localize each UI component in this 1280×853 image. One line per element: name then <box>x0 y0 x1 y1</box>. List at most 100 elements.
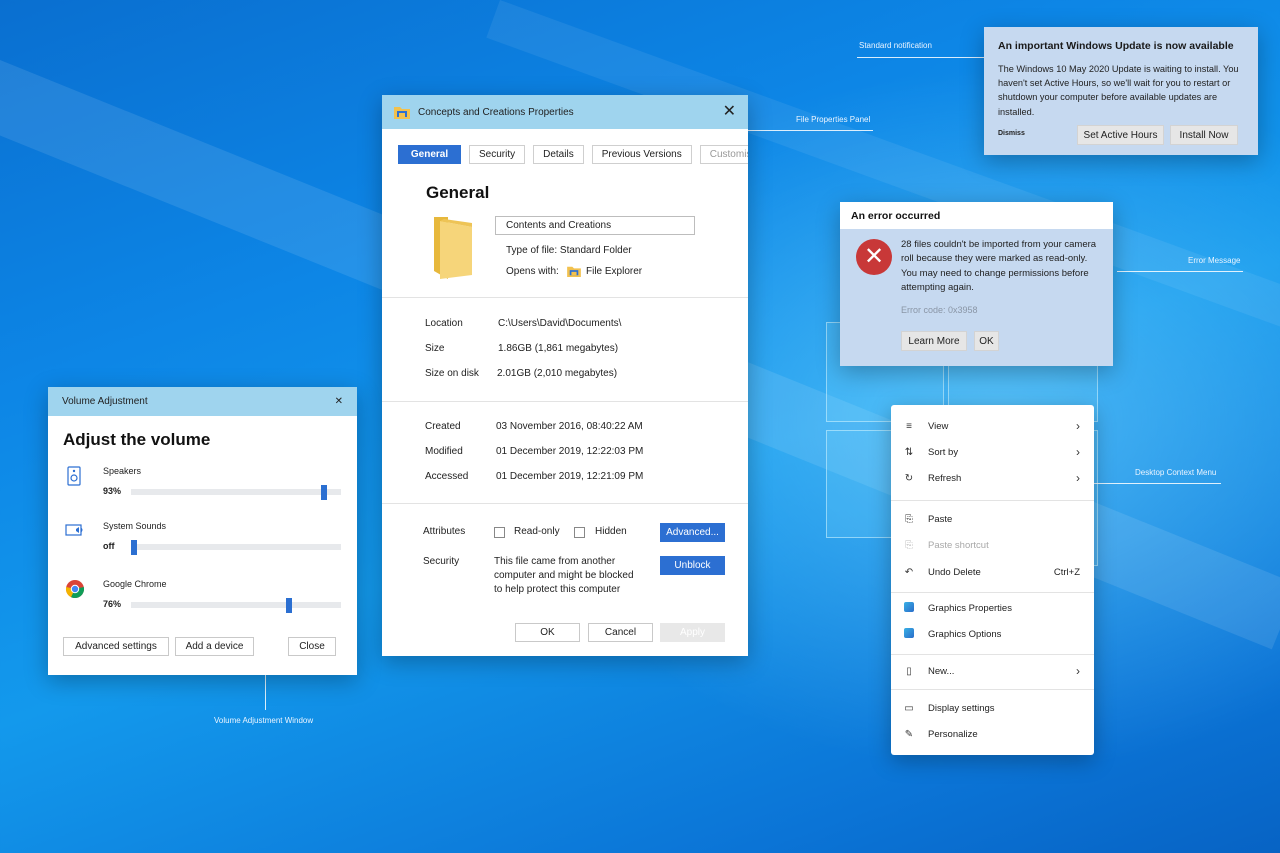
graphics-icon-wrap <box>903 627 915 641</box>
volume-item-chrome: Google Chrome 76% <box>63 579 343 619</box>
volume-item-value: off <box>103 541 115 551</box>
error-body: 28 files couldn't be imported from your … <box>901 239 1097 293</box>
size-value: 1.86GB (1,861 megabytes) <box>498 343 619 354</box>
tab-previous-versions[interactable]: Previous Versions <box>591 145 692 164</box>
modified-label: Modified <box>425 446 463 457</box>
callout-line <box>265 675 266 710</box>
apply-button[interactable]: Apply <box>660 623 725 642</box>
properties-titlebar: Concepts and Creations Properties ✕ <box>382 95 748 129</box>
menu-item-label: Refresh <box>928 472 962 484</box>
properties-heading: General <box>426 183 490 202</box>
divider <box>382 401 748 402</box>
menu-item-new[interactable]: ▯ New... › <box>891 661 1094 681</box>
close-icon[interactable]: ✕ <box>723 104 736 120</box>
volume-slider[interactable] <box>131 540 341 555</box>
properties-window: Concepts and Creations Properties ✕ Gene… <box>382 95 748 656</box>
refresh-icon: ↻ <box>904 472 914 484</box>
volume-slider[interactable] <box>131 598 341 613</box>
properties-window-title: Concepts and Creations Properties <box>418 106 574 118</box>
advanced-button[interactable]: Advanced... <box>660 523 725 542</box>
volume-slider-thumb[interactable] <box>131 540 137 555</box>
attributes-label: Attributes <box>423 526 466 537</box>
volume-item-value: 76% <box>103 599 122 609</box>
divider <box>891 654 1094 655</box>
divider <box>891 500 1094 501</box>
menu-item-undo-delete[interactable]: ↶ Undo Delete Ctrl+Z <box>891 562 1094 582</box>
callout-line <box>1117 271 1243 272</box>
volume-titlebar: Volume Adjustment ✕ <box>48 387 357 416</box>
accessed-label: Accessed <box>425 471 469 482</box>
menu-item-label: Graphics Properties <box>928 602 1012 614</box>
menu-item-label: Paste <box>928 513 953 525</box>
close-icon[interactable]: ✕ <box>335 396 343 407</box>
learn-more-button[interactable]: Learn More <box>901 331 967 351</box>
menu-item-personalize[interactable]: ✎ Personalize <box>891 724 1094 744</box>
callout-error-label: Error Message <box>1188 256 1241 265</box>
error-code: Error code: 0x3958 <box>901 305 978 315</box>
volume-item-name: Google Chrome <box>103 579 167 589</box>
cancel-button[interactable]: Cancel <box>588 623 653 642</box>
callout-notification-label: Standard notification <box>859 41 932 50</box>
tab-customise[interactable]: Customise <box>699 145 748 164</box>
install-now-button[interactable]: Install Now <box>1170 125 1238 145</box>
notification-title: An important Windows Update is now avail… <box>998 40 1234 52</box>
callout-line <box>748 130 873 131</box>
menu-item-view[interactable]: ≡ View › <box>891 416 1094 436</box>
menu-item-refresh[interactable]: ↻ Refresh › <box>891 468 1094 488</box>
dismiss-link[interactable]: Dismiss <box>998 130 1025 137</box>
chrome-icon <box>65 580 85 599</box>
menu-item-graphics-properties[interactable]: Graphics Properties <box>891 598 1094 618</box>
volume-slider-thumb[interactable] <box>286 598 293 613</box>
paste-shortcut-icon: ⎘ <box>905 539 913 551</box>
readonly-checkbox[interactable] <box>494 527 505 538</box>
folder-name-input[interactable]: Contents and Creations <box>495 216 695 235</box>
folder-icon <box>394 107 410 119</box>
volume-heading: Adjust the volume <box>63 430 211 449</box>
type-of-file: Type of file: Standard Folder <box>506 245 632 256</box>
tab-details[interactable]: Details <box>533 145 584 164</box>
volume-window: Volume Adjustment ✕ Adjust the volume Sp… <box>48 387 357 675</box>
volume-item-name: Speakers <box>103 466 142 476</box>
created-value: 03 November 2016, 08:40:22 AM <box>496 421 643 432</box>
chevron-right-icon: › <box>1076 445 1080 459</box>
tab-security[interactable]: Security <box>469 145 526 164</box>
advanced-settings-button[interactable]: Advanced settings <box>63 637 169 656</box>
menu-item-label: Graphics Options <box>928 628 1002 640</box>
ok-button[interactable]: OK <box>515 623 580 642</box>
location-value: C:\Users\David\Documents\ <box>498 318 622 329</box>
unblock-button[interactable]: Unblock <box>660 556 725 575</box>
sort-icon: ⇅ <box>904 446 914 458</box>
menu-item-label: Undo Delete <box>928 566 981 578</box>
menu-item-label: New... <box>928 665 955 677</box>
size-on-disk-label: Size on disk <box>425 368 479 379</box>
security-text-line: to help protect this computer <box>494 584 621 595</box>
menu-item-paste-shortcut[interactable]: ⎘ Paste shortcut <box>891 535 1094 555</box>
menu-item-graphics-options[interactable]: Graphics Options <box>891 624 1094 644</box>
created-label: Created <box>425 421 461 432</box>
menu-item-display-settings[interactable]: ▭ Display settings <box>891 698 1094 718</box>
menu-item-shortcut: Ctrl+Z <box>1053 566 1080 578</box>
volume-slider[interactable] <box>131 485 341 500</box>
error-title: An error occurred <box>840 202 1113 229</box>
modified-value: 01 December 2019, 12:22:03 PM <box>496 446 644 457</box>
security-text-line: computer and might be blocked <box>494 570 634 581</box>
new-icon: ▯ <box>906 665 912 677</box>
hidden-checkbox[interactable] <box>574 527 585 538</box>
menu-item-sort-by[interactable]: ⇅ Sort by › <box>891 442 1094 462</box>
hidden-label: Hidden <box>595 526 627 537</box>
speaker-icon <box>67 466 81 486</box>
accessed-value: 01 December 2019, 12:21:09 PM <box>496 471 644 482</box>
large-folder-icon <box>434 217 472 279</box>
close-button[interactable]: Close <box>288 637 336 656</box>
volume-slider-thumb[interactable] <box>320 485 327 500</box>
set-active-hours-button[interactable]: Set Active Hours <box>1077 125 1164 145</box>
notification-body: The Windows 10 May 2020 Update is waitin… <box>998 64 1239 117</box>
add-device-button[interactable]: Add a device <box>175 637 254 656</box>
error-dialog: An error occurred ✕ 28 files couldn't be… <box>840 202 1113 366</box>
tab-general[interactable]: General <box>398 145 461 164</box>
ok-button[interactable]: OK <box>974 331 999 351</box>
divider <box>891 592 1094 593</box>
menu-item-paste[interactable]: ⎘ Paste <box>891 509 1094 529</box>
security-text-line: This file came from another <box>494 556 616 567</box>
callout-context-menu-label: Desktop Context Menu <box>1135 468 1217 477</box>
